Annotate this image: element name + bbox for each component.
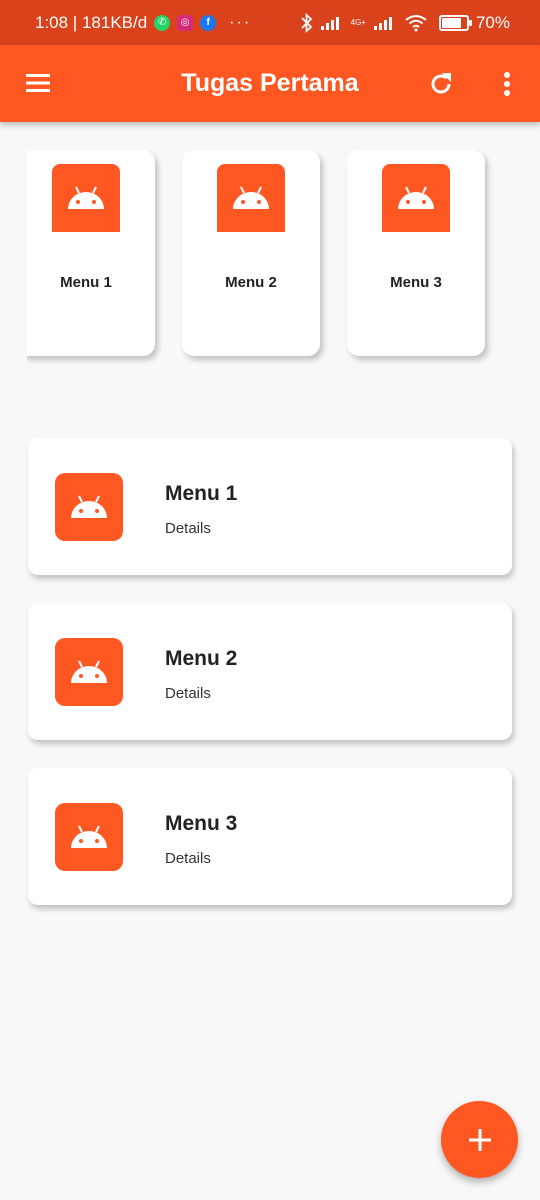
horizontal-menu-card-1[interactable]: Menu 1 xyxy=(27,150,155,356)
refresh-button[interactable] xyxy=(427,70,455,98)
more-options-button[interactable] xyxy=(495,70,519,98)
whatsapp-icon: ✆ xyxy=(154,14,171,31)
horizontal-menu-list[interactable]: Menu 1 Menu 2 Menu 3 xyxy=(27,140,540,380)
page-title: Tugas Pertama xyxy=(181,69,359,97)
card-label: Menu 2 xyxy=(225,274,277,291)
status-bar: 1:08 | 181KB/d ✆ ◎ f ··· 4G+ 70% xyxy=(0,0,540,45)
add-fab-button[interactable] xyxy=(441,1101,518,1178)
status-right: 4G+ 70% xyxy=(300,12,510,33)
facebook-icon: f xyxy=(200,14,217,31)
horizontal-menu-card-2[interactable]: Menu 2 xyxy=(182,150,320,356)
vertical-menu-card-1[interactable]: Menu 1 Details xyxy=(28,438,512,575)
battery-percent: 70% xyxy=(475,12,510,32)
signal-icon xyxy=(320,16,339,30)
vertical-menu-card-3[interactable]: Menu 3 Details xyxy=(28,768,512,905)
horizontal-menu-card-3[interactable]: Menu 3 xyxy=(347,150,485,356)
android-icon xyxy=(233,186,269,209)
card-icon-box xyxy=(52,164,120,232)
status-time-speed: 1:08 | 181KB/d xyxy=(35,12,148,32)
card-subtitle: Details xyxy=(165,520,211,537)
menu-button[interactable] xyxy=(24,69,52,97)
card-title: Menu 3 xyxy=(165,812,238,835)
wifi-icon xyxy=(405,14,427,31)
card-icon-box xyxy=(55,638,123,706)
card-subtitle: Details xyxy=(165,850,211,867)
add-icon xyxy=(468,1128,491,1151)
card-label: Menu 1 xyxy=(60,274,112,291)
card-icon-box xyxy=(55,803,123,871)
vertical-menu-card-2[interactable]: Menu 2 Details xyxy=(28,603,512,740)
card-title: Menu 2 xyxy=(165,647,238,670)
instagram-icon: ◎ xyxy=(177,14,194,31)
app-bar: Tugas Pertama xyxy=(0,45,540,122)
android-icon xyxy=(71,825,107,848)
android-icon xyxy=(398,186,434,209)
card-subtitle: Details xyxy=(165,685,211,702)
signal-2-icon xyxy=(373,16,392,30)
network-type-label: 4G+ xyxy=(350,17,366,27)
bluetooth-icon xyxy=(300,12,312,33)
card-icon-box xyxy=(217,164,285,232)
battery-icon xyxy=(438,14,472,31)
android-icon xyxy=(68,186,104,209)
card-icon-box xyxy=(55,473,123,541)
menu-icon xyxy=(26,74,50,92)
card-title: Menu 1 xyxy=(165,482,238,505)
android-icon xyxy=(71,660,107,683)
more-vert-icon xyxy=(504,72,510,96)
card-label: Menu 3 xyxy=(390,274,442,291)
refresh-icon xyxy=(431,73,451,94)
card-icon-box xyxy=(382,164,450,232)
android-icon xyxy=(71,495,107,518)
more-notifications-icon: ··· xyxy=(229,13,252,31)
status-left: 1:08 | 181KB/d ✆ ◎ f ··· xyxy=(35,13,251,33)
